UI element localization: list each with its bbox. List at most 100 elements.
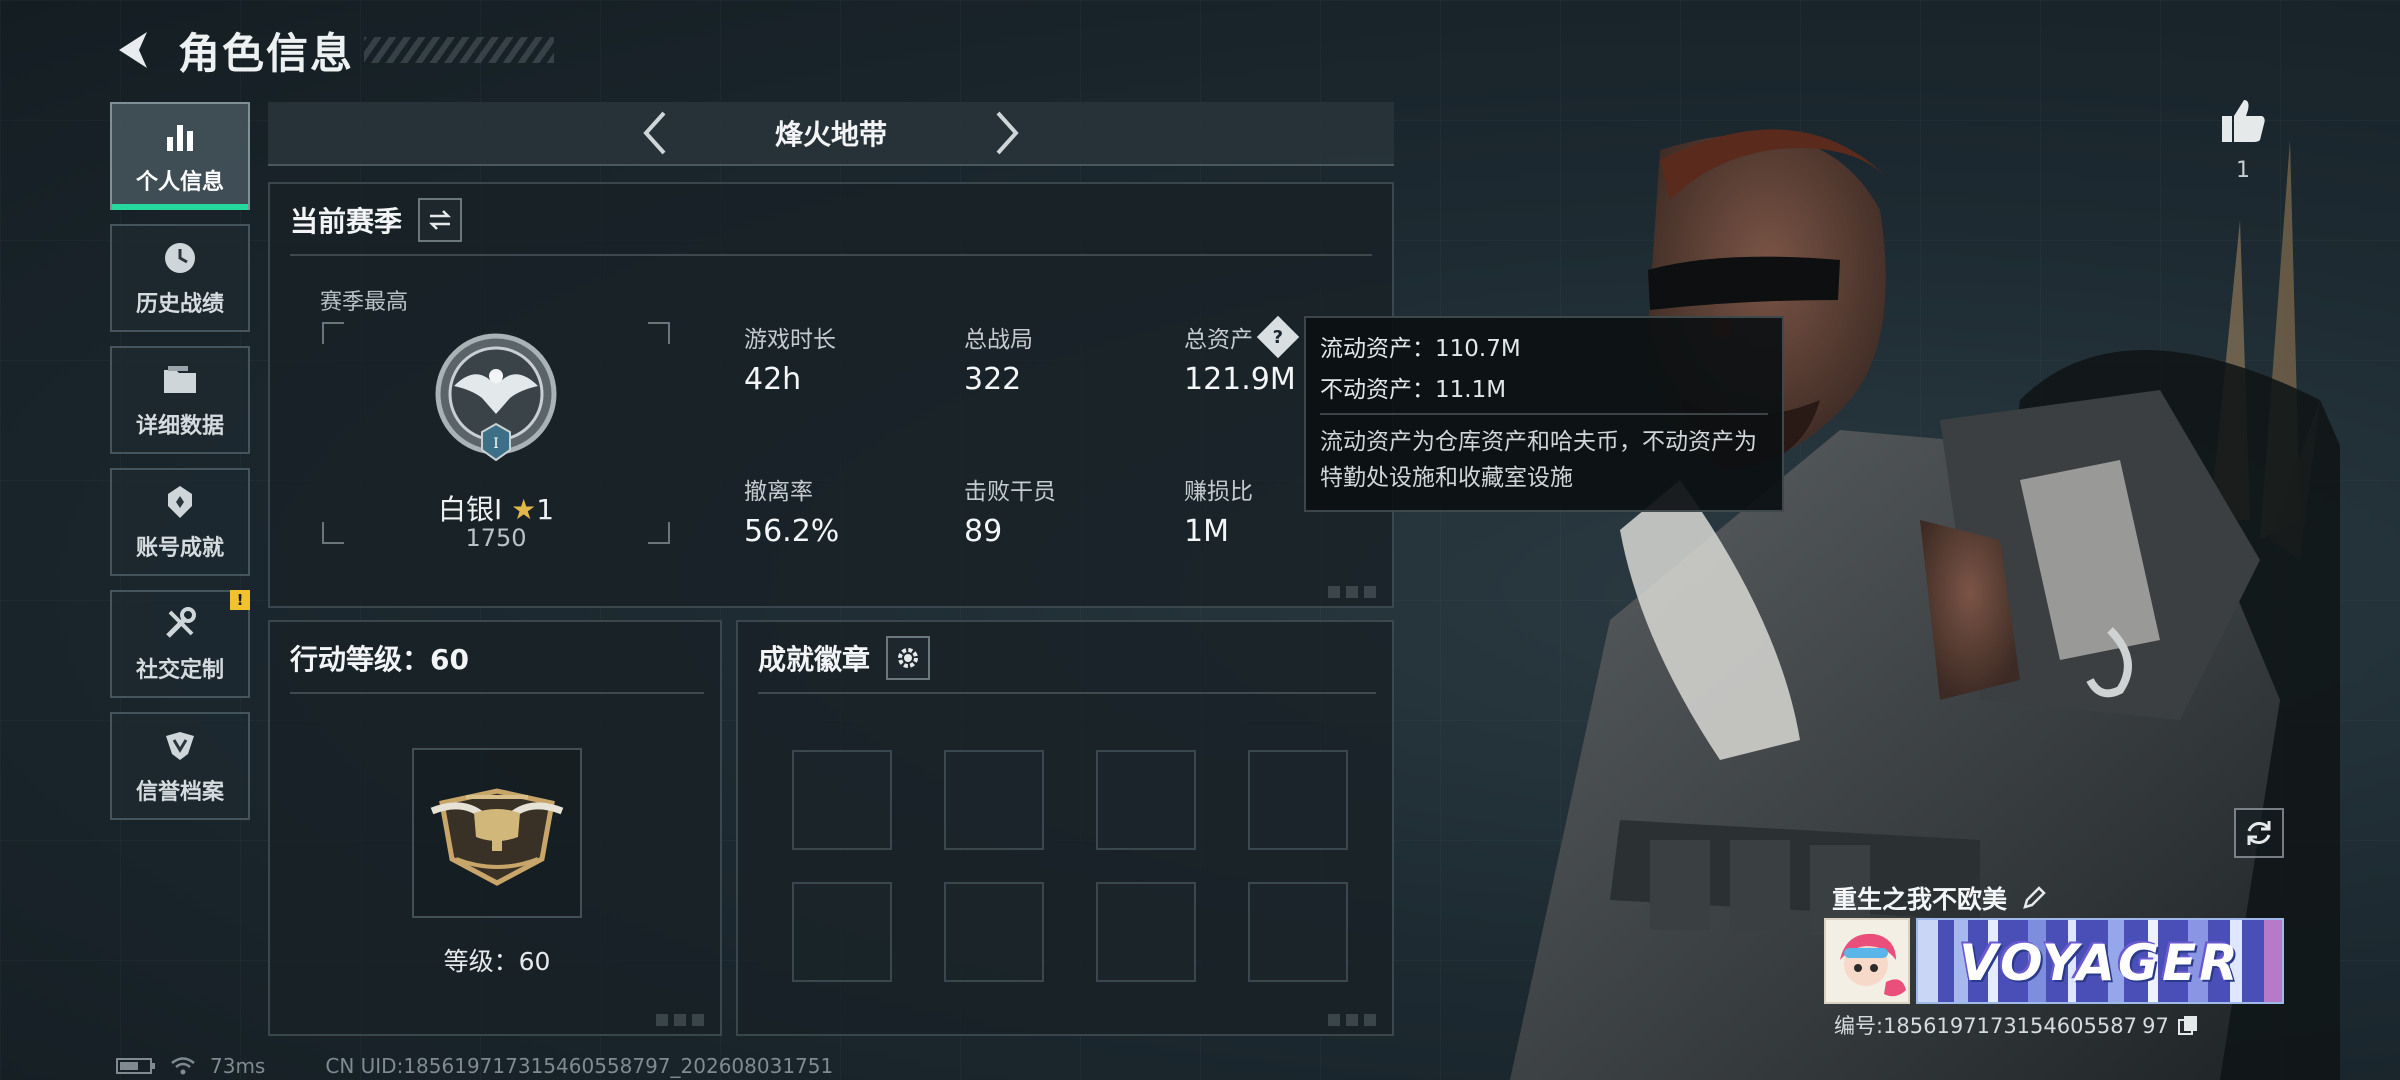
corner-decoration: [1328, 586, 1382, 598]
stat-kills: 击败干员 89: [964, 472, 1056, 549]
stat-label: 总资产: [1184, 327, 1253, 353]
stat-value: 42h: [744, 362, 802, 397]
sidebar-item-social-custom[interactable]: ! 社交定制: [110, 590, 250, 698]
stat-play-time: 游戏时长 42h: [744, 320, 836, 397]
sidebar-item-achievements[interactable]: 账号成就: [110, 468, 250, 576]
rank-emblem-icon: I: [435, 333, 557, 462]
rank-frame: I 白银I ★1 1750: [322, 322, 670, 552]
stat-value: 1M: [1184, 514, 1229, 549]
switch-season-button[interactable]: [418, 198, 463, 242]
tools-icon: [160, 604, 200, 644]
player-name: 重生之我不欧美: [1832, 885, 2008, 914]
tooltip-fixed-assets: 不动资产：11.1M: [1320, 376, 1507, 403]
rank-stars: 1: [536, 493, 555, 526]
star-icon: ★: [511, 493, 537, 526]
tooltip-liquid-assets: 流动资产：110.7M: [1320, 336, 1521, 362]
season-best-label: 赛季最高: [320, 290, 409, 315]
help-icon[interactable]: ?: [1256, 315, 1300, 359]
page-header: 角色信息: [110, 22, 555, 78]
folder-icon: [160, 360, 200, 400]
sidebar-item-label: 个人信息: [135, 170, 224, 195]
season-title: 当前赛季: [290, 205, 403, 238]
sidebar-item-label: 详细数据: [135, 414, 224, 439]
achievement-slot[interactable]: [792, 882, 892, 982]
stat-profit-ratio: 赚损比 1M: [1184, 472, 1253, 549]
achievement-slot[interactable]: [944, 882, 1044, 982]
achievement-slot[interactable]: [1096, 750, 1196, 850]
sidebar-item-label: 账号成就: [135, 536, 224, 561]
achievement-icon: [160, 482, 200, 522]
gear-icon: [898, 648, 919, 668]
wifi-icon: [171, 1057, 195, 1075]
rank-name: 白银I: [437, 493, 503, 526]
like-button[interactable]: [2218, 96, 2268, 152]
corner-decoration: [656, 1014, 710, 1026]
sidebar-item-personal-info[interactable]: 个人信息: [110, 102, 250, 210]
sidebar-nav: 个人信息 历史战绩 详细数据 账号成就 ! 社交定制 信誉档案: [110, 102, 250, 834]
mode-prev-button[interactable]: [635, 103, 675, 163]
stat-value: 322: [964, 362, 1022, 397]
player-id: 编号:1856197173154605587 97: [1834, 1014, 2169, 1038]
mode-selector: 烽火地带: [268, 102, 1394, 166]
ping-value: 73ms: [210, 1054, 266, 1078]
battery-icon: [116, 1058, 155, 1074]
stat-label: 击败干员: [964, 479, 1056, 505]
achievement-panel: 成就徽章: [736, 620, 1394, 1036]
assets-tooltip: 流动资产：110.7M 不动资产：11.1M 流动资产为仓库资产和哈夫币，不动资…: [1304, 316, 1784, 512]
refresh-icon: [2247, 821, 2271, 845]
bar-chart-icon: [160, 116, 200, 156]
back-arrow-icon: [119, 32, 147, 68]
nameplate-banner: VOYAGER: [1916, 918, 2284, 1004]
swap-icon: [428, 210, 452, 230]
chevron-left-icon: [643, 111, 666, 155]
helicopter-emblem-icon: [430, 788, 564, 886]
chevron-right-icon: [996, 111, 1019, 155]
nameplate-text: VOYAGER: [1959, 934, 2241, 992]
achievement-slot[interactable]: [792, 750, 892, 850]
corner-decoration: [1328, 1014, 1382, 1026]
achievement-divider: [758, 692, 1376, 694]
status-bar: 73ms CN UID:185619717315460558797_202608…: [116, 1054, 833, 1078]
stat-label-row: 总资产 ?: [1184, 315, 1300, 359]
sidebar-item-history[interactable]: 历史战绩: [110, 224, 250, 332]
achievement-settings-button[interactable]: [886, 636, 931, 680]
refresh-button[interactable]: [2234, 808, 2284, 858]
level-emblem-frame: [412, 748, 582, 918]
stat-label: 赚损比: [1184, 479, 1253, 505]
stat-value: 121.9M: [1184, 362, 1296, 397]
back-button[interactable]: [110, 27, 156, 73]
rank-name-row: 白银I ★1: [322, 488, 670, 528]
season-divider: [290, 254, 1372, 256]
achievement-slot[interactable]: [944, 750, 1044, 850]
stat-label: 游戏时长: [744, 327, 836, 353]
stat-total-assets: 总资产 ? 121.9M: [1184, 315, 1300, 397]
achievement-header: 成就徽章: [758, 636, 931, 680]
achievement-title: 成就徽章: [758, 643, 871, 676]
stat-total-matches: 总战局 322: [964, 320, 1033, 397]
thumbs-up-icon: [2222, 100, 2265, 142]
edit-icon[interactable]: [2021, 885, 2047, 911]
svg-text:I: I: [493, 436, 499, 452]
rank-score: 1750: [465, 524, 527, 552]
achievement-slot[interactable]: [1096, 882, 1196, 982]
season-header: 当前赛季: [290, 198, 463, 242]
copy-icon[interactable]: [2177, 1014, 2199, 1036]
level-label: 等级：60: [443, 947, 551, 976]
tooltip-divider: [1320, 413, 1768, 415]
stat-value: 56.2%: [744, 514, 840, 549]
player-id-row: 编号:1856197173154605587 97: [1834, 1010, 2199, 1040]
uid-value: CN UID:185619717315460558797_20260803175…: [325, 1054, 834, 1078]
mode-next-button[interactable]: [987, 103, 1027, 163]
achievement-slot[interactable]: [1248, 882, 1348, 982]
stat-label: 总战局: [964, 327, 1033, 353]
season-panel: 当前赛季 赛季最高 I 白银I ★1 1750 游戏时长 42h 总战局 322…: [268, 182, 1394, 608]
level-divider: [290, 692, 704, 694]
sidebar-item-credit-record[interactable]: 信誉档案: [110, 712, 250, 820]
stat-label: 撤离率: [744, 479, 813, 505]
action-level-panel: 行动等级：60 等级：60: [268, 620, 722, 1036]
avatar[interactable]: [1824, 918, 1910, 1004]
achievement-slot[interactable]: [1248, 750, 1348, 850]
sidebar-item-label: 历史战绩: [135, 292, 224, 317]
mode-title: 烽火地带: [774, 118, 887, 151]
sidebar-item-detailed-data[interactable]: 详细数据: [110, 346, 250, 454]
